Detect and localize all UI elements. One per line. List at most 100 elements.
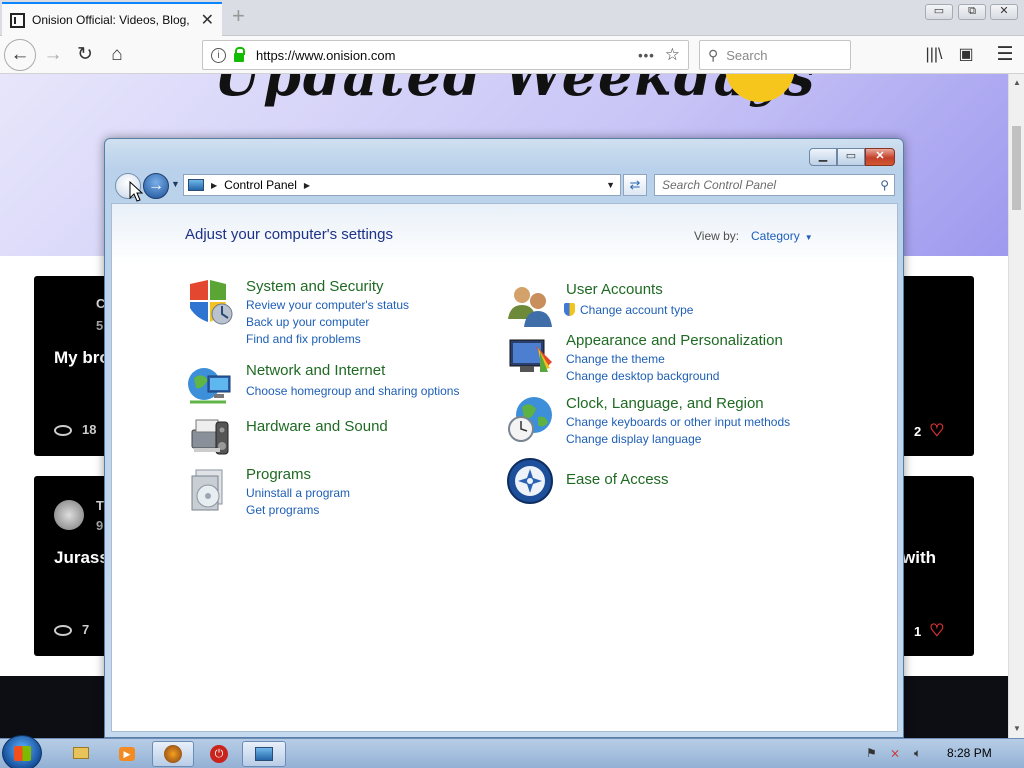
category-link[interactable]: Uninstall a program <box>246 486 350 500</box>
browser-restore-button[interactable]: ⧉ <box>958 4 986 20</box>
explorer-taskbar-icon[interactable] <box>66 741 96 767</box>
page-actions-icon[interactable]: ••• <box>638 48 655 63</box>
view-by-value: Category <box>751 229 800 243</box>
programs-icon <box>191 469 223 511</box>
heart-icon[interactable]: ♡ <box>929 421 944 440</box>
media-player-taskbar-icon[interactable]: ▶ <box>112 741 142 767</box>
category-title[interactable]: Programs <box>246 466 311 483</box>
card-views: 7 <box>54 622 89 637</box>
browser-back-button[interactable]: ← <box>4 39 36 71</box>
hero-text: Updated Weekdays <box>214 74 817 108</box>
browser-search-input[interactable]: ⚲ Search <box>699 40 851 70</box>
forward-button[interactable]: → <box>143 173 169 199</box>
action-center-icon[interactable]: ⚑ <box>866 746 877 760</box>
home-icon[interactable]: ⌂ <box>102 40 132 70</box>
control-panel-content: Adjust your computer's settings View by:… <box>111 203 898 732</box>
card-channel: T <box>96 498 104 513</box>
browser-tab-bar: Onision Official: Videos, Blog, F ✕ + ▭ … <box>0 0 1024 36</box>
scroll-down-icon[interactable]: ▼ <box>1013 724 1021 733</box>
category-title[interactable]: Appearance and Personalization <box>566 332 783 349</box>
uac-shield-icon <box>564 303 575 316</box>
views-eye-icon <box>54 625 72 637</box>
reload-icon[interactable]: ↻ <box>70 40 100 70</box>
tab-close-icon[interactable]: ✕ <box>201 10 214 30</box>
minimize-button[interactable]: ▁ <box>809 148 837 166</box>
site-info-icon[interactable]: i <box>211 47 226 63</box>
category-title[interactable]: Clock, Language, and Region <box>566 395 764 412</box>
view-by-label: View by: <box>694 229 740 243</box>
category-link[interactable]: Change display language <box>566 432 701 446</box>
category-title[interactable]: User Accounts <box>566 281 663 298</box>
category-title[interactable]: System and Security <box>246 278 384 295</box>
card-likes-count: 2 <box>914 424 922 439</box>
new-tab-button[interactable]: + <box>232 5 245 27</box>
refresh-button[interactable]: ⇄ <box>623 174 647 196</box>
heart-icon[interactable]: ♡ <box>929 621 944 640</box>
category-title[interactable]: Network and Internet <box>246 362 385 379</box>
page-scrollbar[interactable]: ▲ ▼ <box>1008 74 1024 738</box>
control-panel-taskbar-icon[interactable] <box>242 741 286 767</box>
menu-hamburger-icon[interactable]: ☰ <box>990 40 1020 70</box>
avatar <box>54 500 84 530</box>
category-link[interactable]: Change keyboards or other input methods <box>566 415 790 429</box>
address-dropdown-icon[interactable]: ▼ <box>606 180 615 190</box>
card-title[interactable]: Jurass <box>54 548 109 568</box>
address-bar[interactable]: ▶ Control Panel ▶ ▼ <box>183 174 621 196</box>
control-panel-window[interactable]: ▁ ▭ ✕ → ▼ ▶ Control Panel ▶ ▼ ⇄ Search C… <box>104 138 904 738</box>
start-button[interactable] <box>2 735 42 768</box>
card-likes[interactable]: 1 ♡ <box>914 621 944 641</box>
category-link[interactable]: Change desktop background <box>566 369 719 383</box>
sidebar-toggle-icon[interactable]: ▣ <box>951 40 981 70</box>
url-bar[interactable]: i https://www.onision.com ••• ☆ <box>202 40 689 70</box>
clock-region-icon <box>508 397 552 442</box>
category-title[interactable]: Hardware and Sound <box>246 418 388 435</box>
control-panel-icon <box>188 179 204 191</box>
taskbar: ▶ ⏻ ⚑ ⨯ 🔈︎ 8:28 PM <box>0 735 1024 768</box>
browser-nav-bar: ← → ↻ ⌂ i https://www.onision.com ••• ☆ … <box>0 36 1024 74</box>
desktop-screen: Onision Official: Videos, Blog, F ✕ + ▭ … <box>0 0 1024 768</box>
url-text[interactable]: https://www.onision.com <box>256 48 395 63</box>
recent-pages-chevron-down-icon[interactable]: ▼ <box>171 179 180 189</box>
breadcrumb[interactable]: Control Panel <box>224 178 297 192</box>
browser-minimize-button[interactable]: ▭ <box>925 4 953 20</box>
card-likes-count: 1 <box>914 624 922 639</box>
breadcrumb-separator-icon[interactable]: ▶ <box>304 181 310 190</box>
site-favicon-icon <box>10 12 25 28</box>
search-placeholder: Search Control Panel <box>662 178 777 192</box>
category-link[interactable]: Change the theme <box>566 352 665 366</box>
search-icon[interactable]: ⚲ <box>880 178 889 192</box>
card-views-count: 18 <box>82 422 97 437</box>
taskbar-clock[interactable]: 8:28 PM <box>947 746 992 760</box>
card-title-tail: with <box>902 548 936 567</box>
secure-lock-icon <box>234 46 245 62</box>
volume-icon[interactable]: 🔈︎ <box>914 746 921 761</box>
category-title[interactable]: Ease of Access <box>566 471 669 488</box>
tab-title: Onision Official: Videos, Blog, F <box>32 13 192 27</box>
browser-tab[interactable]: Onision Official: Videos, Blog, F ✕ <box>2 2 222 36</box>
view-by-dropdown[interactable]: Category ▼ <box>751 229 813 243</box>
category-link[interactable]: Get programs <box>246 503 319 517</box>
close-button[interactable]: ✕ <box>865 148 895 166</box>
maximize-button[interactable]: ▭ <box>837 148 865 166</box>
category-link[interactable]: Back up your computer <box>246 315 369 329</box>
browser-forward-button[interactable]: → <box>38 40 68 70</box>
firefox-taskbar-icon[interactable] <box>152 741 194 767</box>
category-link[interactable]: Review your computer's status <box>246 298 409 312</box>
search-control-panel-input[interactable]: Search Control Panel ⚲ <box>654 174 895 196</box>
scroll-up-icon[interactable]: ▲ <box>1013 78 1021 87</box>
category-link[interactable]: Find and fix problems <box>246 332 361 346</box>
library-icon[interactable]: |||\ <box>919 40 949 70</box>
network-disconnected-icon[interactable]: ⨯ <box>890 746 900 760</box>
category-link[interactable]: Choose homegroup and sharing options <box>246 384 459 398</box>
card-likes[interactable]: 2 ♡ <box>914 421 944 441</box>
browser-close-button[interactable]: ✕ <box>990 4 1018 20</box>
card-date: 9 <box>96 518 104 533</box>
power-taskbar-icon[interactable]: ⏻ <box>204 741 234 767</box>
mouse-cursor-icon <box>129 181 143 202</box>
breadcrumb-separator-icon[interactable]: ▶ <box>211 181 217 190</box>
category-link[interactable]: Change account type <box>564 303 693 317</box>
scrollbar-thumb[interactable] <box>1012 126 1021 210</box>
bookmark-star-icon[interactable]: ☆ <box>665 45 680 65</box>
card-title[interactable]: My bro <box>54 348 110 368</box>
views-eye-icon <box>54 425 72 437</box>
